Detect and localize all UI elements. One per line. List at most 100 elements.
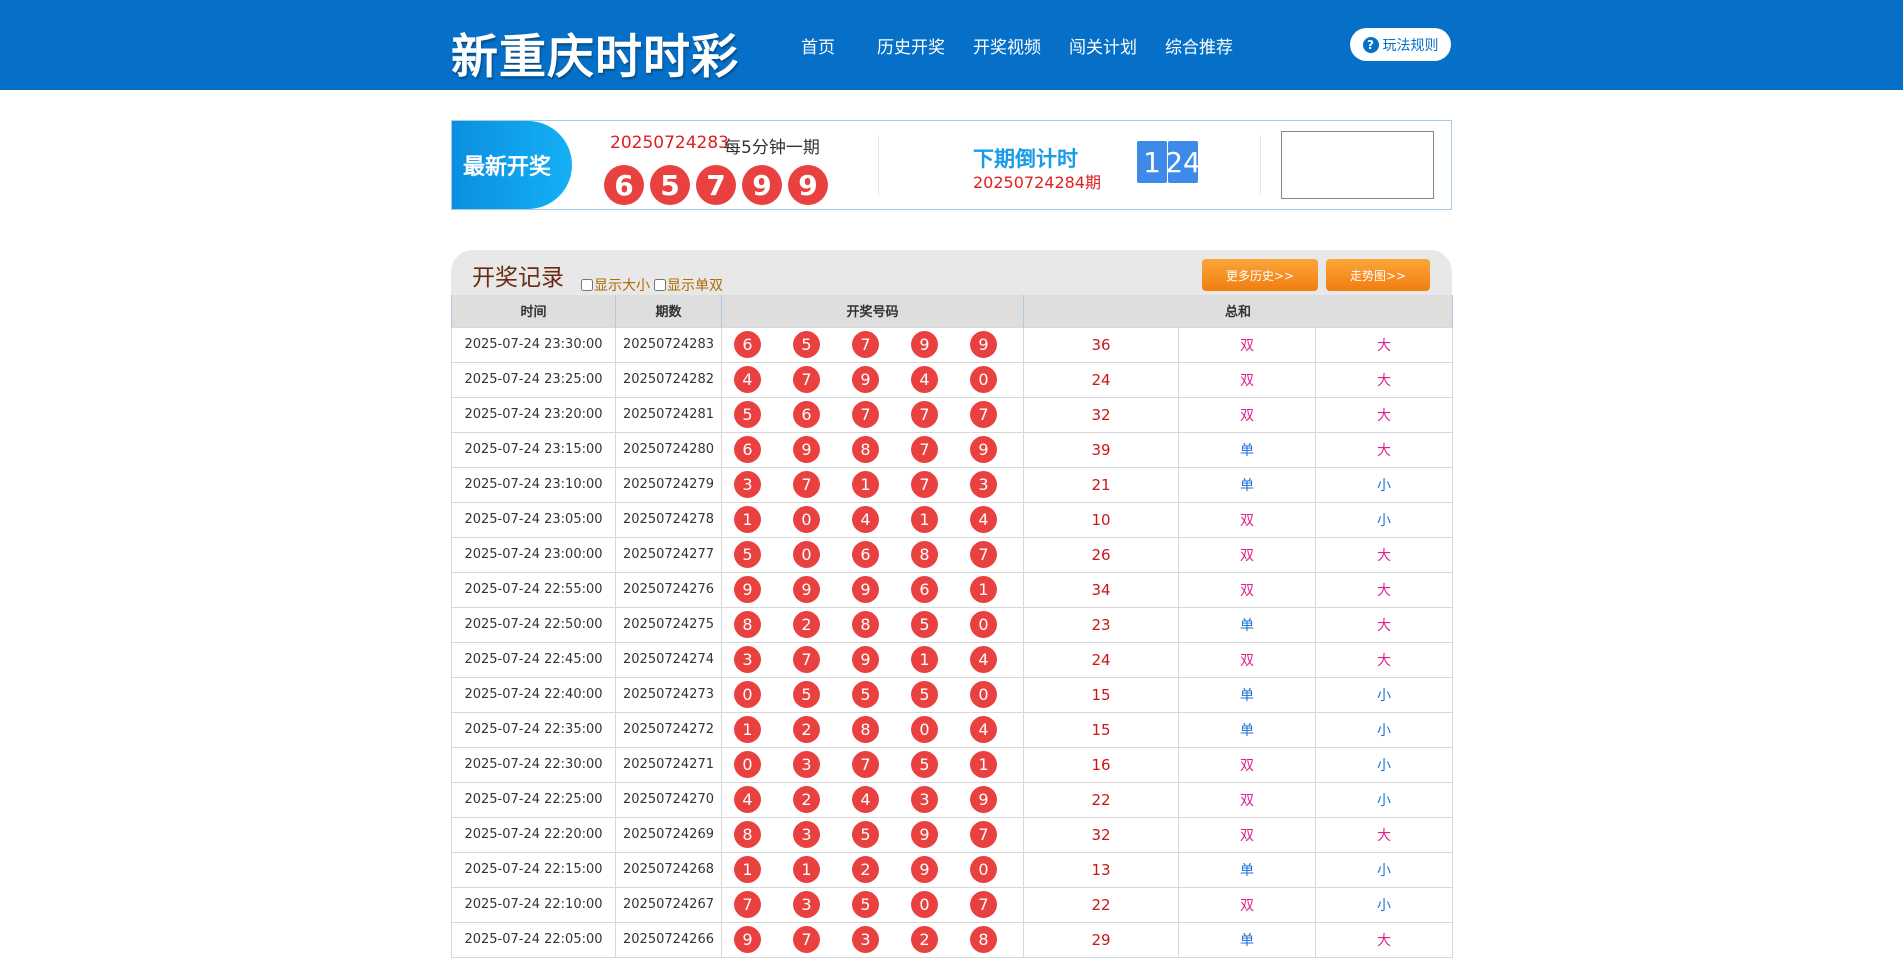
latest-ball: 6 xyxy=(604,165,644,205)
latest-issue: 20250724283 xyxy=(610,133,729,153)
show-size-checkbox[interactable] xyxy=(581,279,593,291)
draw-ball: 3 xyxy=(793,821,820,848)
records-title: 开奖记录 xyxy=(472,265,564,291)
nav-recommend[interactable]: 综合推荐 xyxy=(1165,33,1233,58)
row-parity: 双 xyxy=(1178,571,1316,608)
draw-ball: 7 xyxy=(911,401,938,428)
row-time: 2025-07-24 22:40:00 xyxy=(451,676,616,713)
latest-ball: 9 xyxy=(788,165,828,205)
draw-ball: 0 xyxy=(734,751,761,778)
draw-ball: 9 xyxy=(793,576,820,603)
draw-ball: 9 xyxy=(970,786,997,813)
draw-ball: 1 xyxy=(734,506,761,533)
row-sum: 10 xyxy=(1023,501,1179,538)
draw-ball: 7 xyxy=(793,471,820,498)
draw-ball: 7 xyxy=(852,401,879,428)
row-parity: 单 xyxy=(1178,431,1316,468)
draw-ball: 3 xyxy=(911,786,938,813)
row-time: 2025-07-24 22:50:00 xyxy=(451,606,616,643)
row-sum: 15 xyxy=(1023,711,1179,748)
row-issue: 20250724267 xyxy=(615,886,722,923)
nav-history[interactable]: 历史开奖 xyxy=(877,33,945,58)
draw-ball: 0 xyxy=(911,716,938,743)
draw-ball: 6 xyxy=(734,436,761,463)
next-issue: 20250724284期 xyxy=(973,173,1101,192)
draw-ball: 5 xyxy=(852,891,879,918)
row-issue: 20250724275 xyxy=(615,606,722,643)
row-time: 2025-07-24 23:15:00 xyxy=(451,431,616,468)
draw-ball: 0 xyxy=(970,856,997,883)
row-issue: 20250724281 xyxy=(615,396,722,433)
nav-home[interactable]: 首页 xyxy=(801,33,835,58)
draw-ball: 1 xyxy=(852,471,879,498)
row-sum: 23 xyxy=(1023,606,1179,643)
row-size: 大 xyxy=(1314,326,1454,363)
row-sum: 15 xyxy=(1023,676,1179,713)
row-time: 2025-07-24 22:45:00 xyxy=(451,641,616,678)
draw-ball: 7 xyxy=(970,401,997,428)
row-time: 2025-07-24 23:20:00 xyxy=(451,396,616,433)
latest-balls: 6 5 7 9 9 xyxy=(604,165,834,205)
show-parity-toggle[interactable]: 显示单双 xyxy=(654,275,723,295)
draw-ball: 0 xyxy=(970,366,997,393)
records-body: 2025-07-24 23:30:00 20250724283 6 5 7 9 9 36 双大 2… xyxy=(451,326,1454,958)
draw-ball: 6 xyxy=(911,576,938,603)
row-size: 小 xyxy=(1314,501,1454,538)
draw-ball: 2 xyxy=(793,786,820,813)
row-sum: 29 xyxy=(1023,921,1179,958)
draw-ball: 5 xyxy=(734,541,761,568)
row-issue: 20250724273 xyxy=(615,676,722,713)
draw-ball: 7 xyxy=(970,821,997,848)
video-box[interactable] xyxy=(1281,131,1434,199)
row-balls: 6 9 8 7 9 xyxy=(721,431,1024,468)
row-issue: 20250724268 xyxy=(615,851,722,888)
row-balls: 1 0 4 1 4 xyxy=(721,501,1024,538)
row-issue: 20250724270 xyxy=(615,781,722,818)
rules-button[interactable]: ? 玩法规则 xyxy=(1350,28,1451,61)
row-issue: 20250724276 xyxy=(615,571,722,608)
draw-ball: 4 xyxy=(970,646,997,673)
draw-ball: 4 xyxy=(734,366,761,393)
table-row: 2025-07-24 22:10:00 20250724267 7 3 5 0 7 22 双小 xyxy=(451,886,1454,923)
main-nav: 首页 历史开奖 开奖视频 闯关计划 综合推荐 xyxy=(781,0,1261,90)
row-size: 大 xyxy=(1314,396,1454,433)
row-time: 2025-07-24 23:30:00 xyxy=(451,326,616,363)
draw-ball: 3 xyxy=(734,471,761,498)
draw-ball: 5 xyxy=(734,401,761,428)
row-size: 大 xyxy=(1314,431,1454,468)
site-logo[interactable]: 新重庆时时彩 xyxy=(451,18,739,87)
draw-ball: 5 xyxy=(911,611,938,638)
nav-plan[interactable]: 闯关计划 xyxy=(1069,33,1137,58)
table-row: 2025-07-24 23:30:00 20250724283 6 5 7 9 9 36 双大 xyxy=(451,326,1454,363)
row-balls: 4 7 9 4 0 xyxy=(721,361,1024,398)
draw-ball: 0 xyxy=(970,681,997,708)
row-sum: 21 xyxy=(1023,466,1179,503)
draw-ball: 5 xyxy=(793,681,820,708)
row-time: 2025-07-24 23:05:00 xyxy=(451,501,616,538)
show-parity-checkbox[interactable] xyxy=(654,279,666,291)
draw-ball: 9 xyxy=(911,331,938,358)
row-balls: 8 3 5 9 7 xyxy=(721,816,1024,853)
row-size: 小 xyxy=(1314,711,1454,748)
row-time: 2025-07-24 23:00:00 xyxy=(451,536,616,573)
draw-ball: 9 xyxy=(970,331,997,358)
more-history-button[interactable]: 更多历史>> xyxy=(1202,259,1318,291)
row-time: 2025-07-24 22:10:00 xyxy=(451,886,616,923)
row-parity: 双 xyxy=(1178,886,1316,923)
row-balls: 0 5 5 5 0 xyxy=(721,676,1024,713)
row-sum: 16 xyxy=(1023,746,1179,783)
nav-video[interactable]: 开奖视频 xyxy=(973,33,1041,58)
row-parity: 双 xyxy=(1178,746,1316,783)
draw-ball: 9 xyxy=(852,366,879,393)
countdown-seconds: 24 xyxy=(1165,141,1201,183)
draw-ball: 0 xyxy=(911,891,938,918)
show-size-toggle[interactable]: 显示大小 xyxy=(581,275,650,295)
row-issue: 20250724279 xyxy=(615,466,722,503)
draw-ball: 0 xyxy=(793,541,820,568)
row-size: 大 xyxy=(1314,361,1454,398)
table-row: 2025-07-24 22:15:00 20250724268 1 1 2 9 0 13 单小 xyxy=(451,851,1454,888)
draw-ball: 6 xyxy=(734,331,761,358)
trend-chart-button[interactable]: 走势图>> xyxy=(1326,259,1430,291)
draw-ball: 1 xyxy=(911,646,938,673)
draw-ball: 7 xyxy=(970,541,997,568)
